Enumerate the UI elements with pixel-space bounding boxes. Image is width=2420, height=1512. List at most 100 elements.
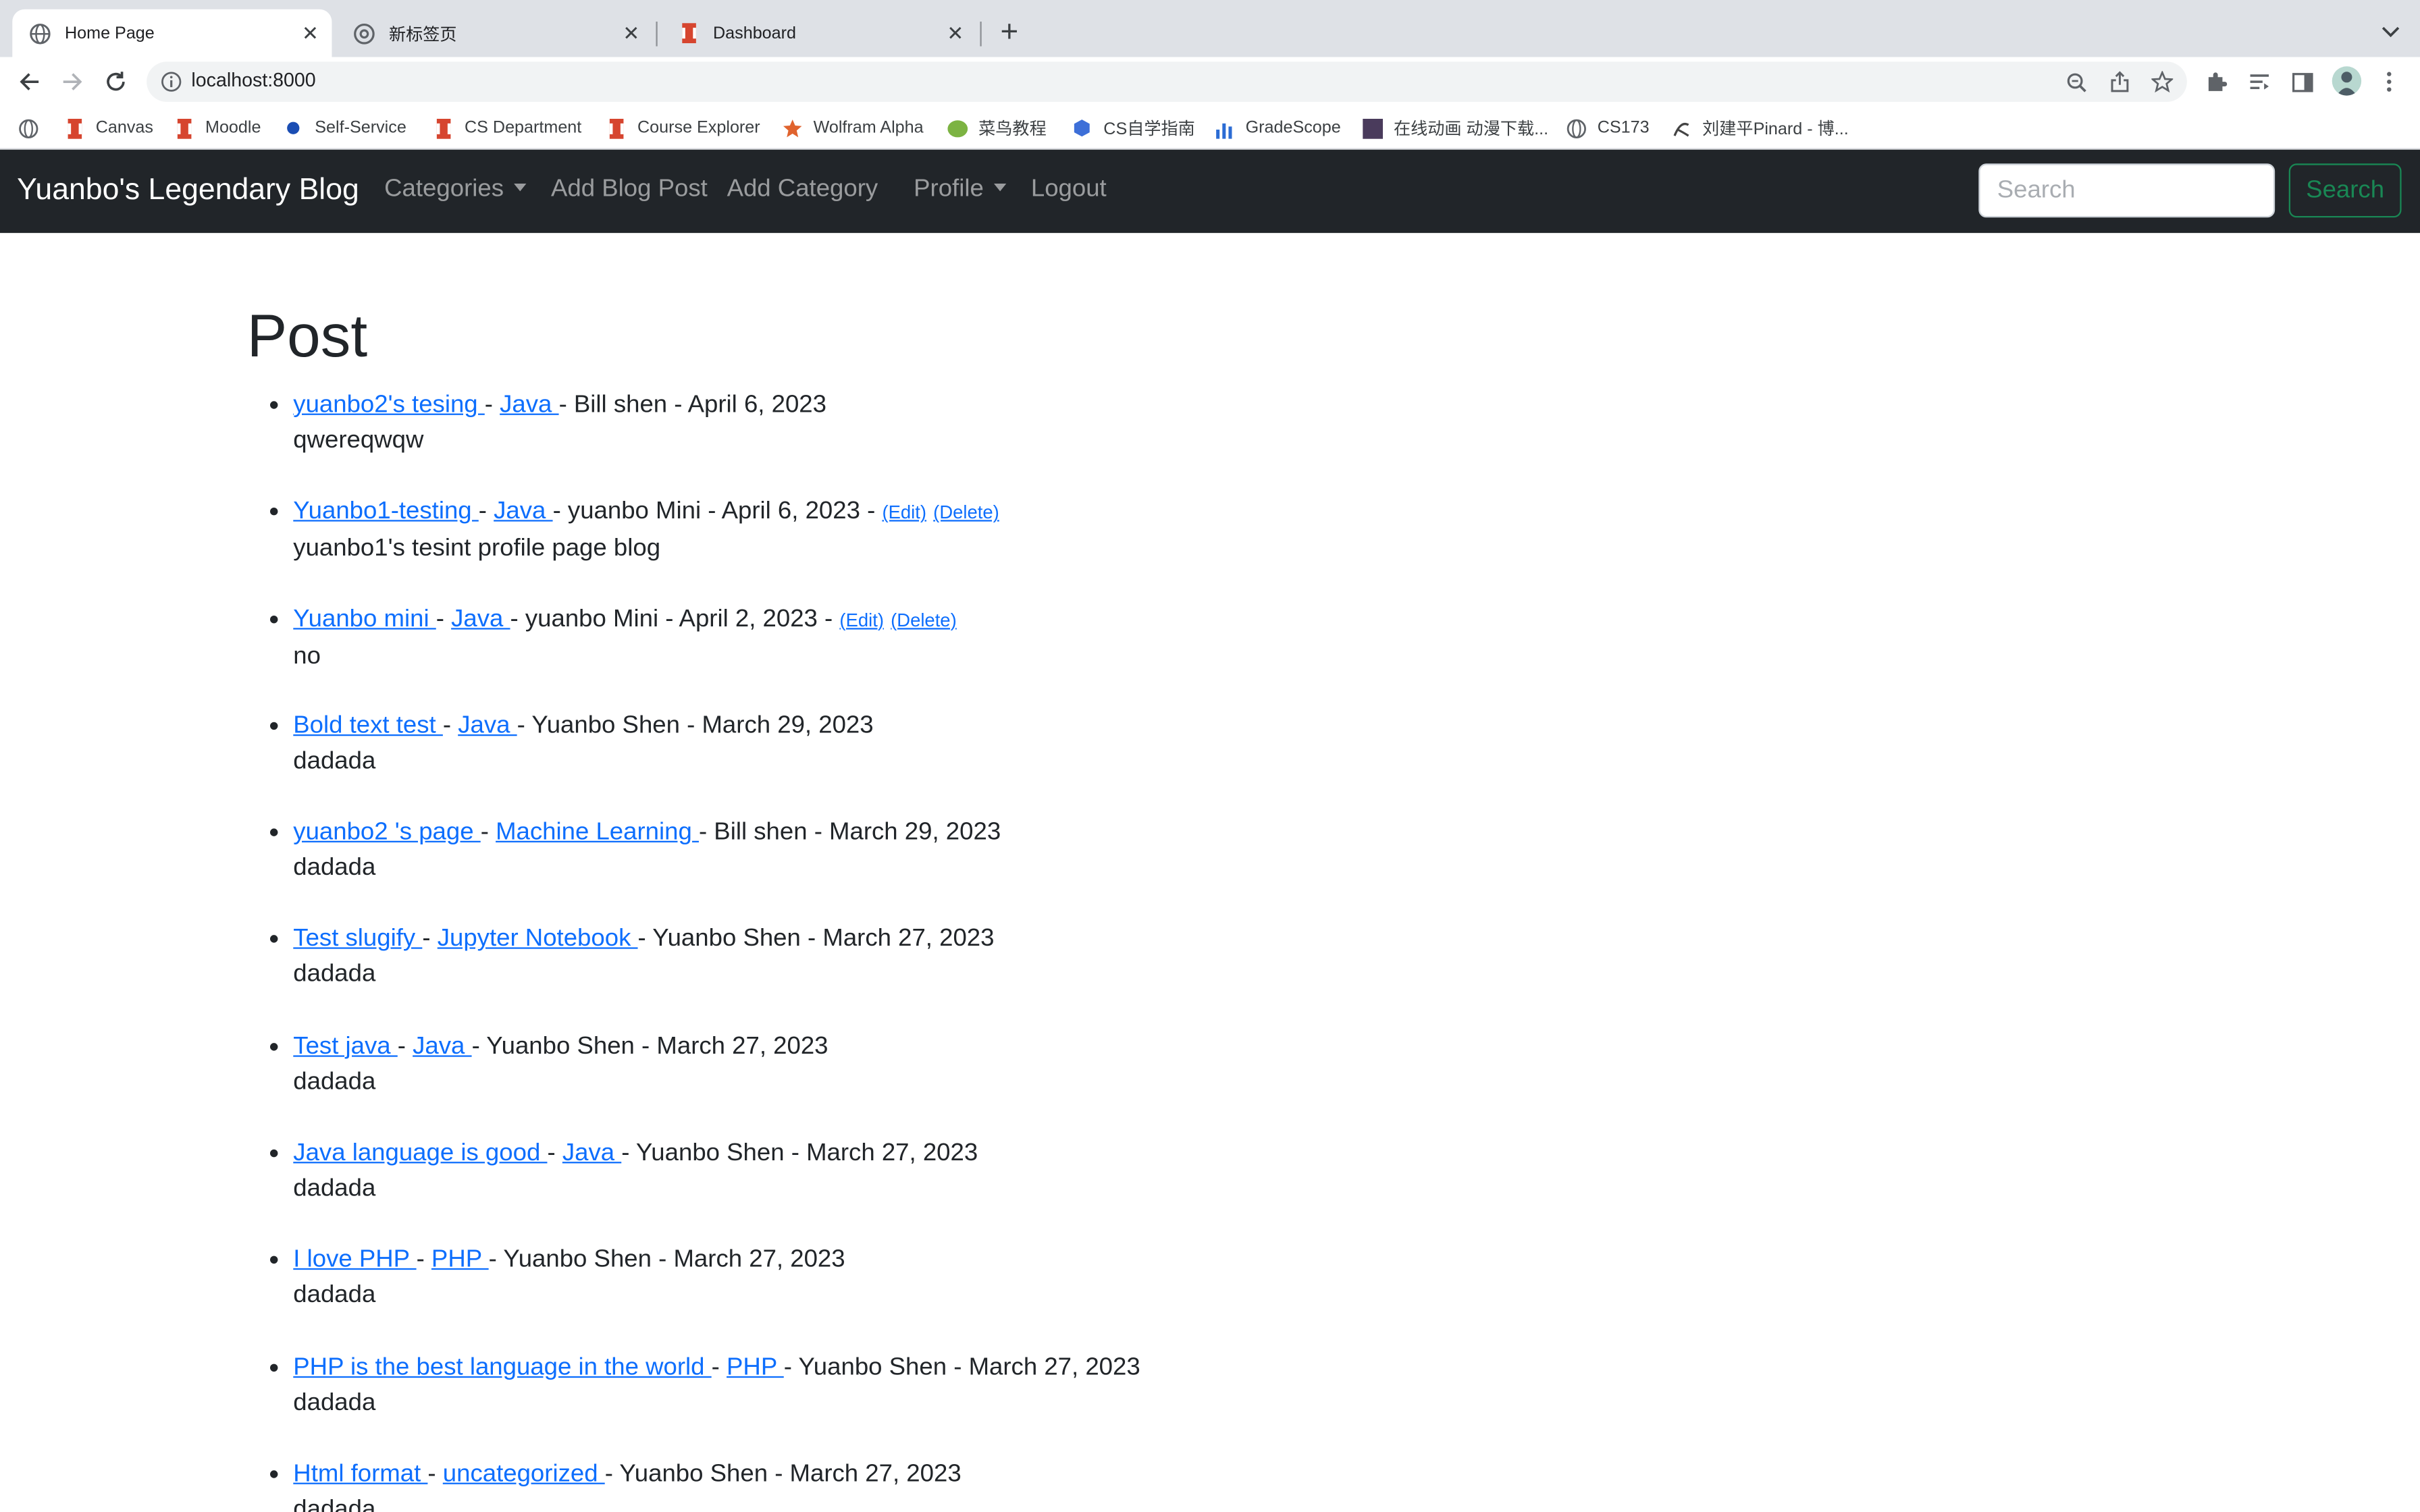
zoom-icon[interactable] xyxy=(2062,68,2090,96)
post-title-link[interactable]: Test slugify xyxy=(293,927,422,953)
bookmark-label: CS173 xyxy=(1597,119,1650,138)
post-category-link[interactable]: Java xyxy=(494,499,552,525)
nav-profile-dropdown[interactable]: Profile xyxy=(914,176,1007,204)
runoob-icon xyxy=(946,117,968,139)
illini-logo-icon xyxy=(432,117,454,139)
bookmark-label: Moodle xyxy=(205,119,261,138)
separator: - xyxy=(478,498,494,525)
close-tab-icon[interactable]: ✕ xyxy=(295,18,326,49)
illini-logo-icon xyxy=(676,21,701,46)
post-body: yuanbo1's tesint profile page blog xyxy=(293,535,661,562)
close-tab-icon[interactable]: ✕ xyxy=(616,18,647,49)
bookmark-course-explorer[interactable]: Course Explorer xyxy=(605,115,760,140)
reading-list-icon[interactable] xyxy=(2244,66,2275,97)
search-input[interactable] xyxy=(1978,163,2276,218)
bookmark-apps[interactable] xyxy=(17,115,49,140)
side-panel-icon[interactable] xyxy=(2287,66,2318,97)
bookmark-cs-department[interactable]: CS Department xyxy=(432,115,581,140)
chevron-down-icon[interactable] xyxy=(2377,18,2404,46)
bookmark-cs-guide[interactable]: CS自学指南 xyxy=(1071,115,1195,140)
post-title-link[interactable]: Test java xyxy=(293,1033,398,1060)
site-brand[interactable]: Yuanbo's Legendary Blog xyxy=(17,173,359,209)
post-title-link[interactable]: Yuanbo1-testing xyxy=(293,499,479,525)
bookmark-gradescope[interactable]: GradeScope xyxy=(1213,115,1341,140)
bookmark-moodle[interactable]: Moodle xyxy=(173,115,261,140)
share-icon[interactable] xyxy=(2105,68,2133,96)
browser-toolbar: localhost:8000 xyxy=(0,57,2420,107)
post-title-link[interactable]: yuanbo2's tesing xyxy=(293,392,485,418)
hexagon-icon xyxy=(1071,117,1093,139)
tab-new-tab[interactable]: 新标签页 ✕ xyxy=(336,9,653,57)
bookmark-runoob[interactable]: 菜鸟教程 xyxy=(946,115,1047,140)
separator: - xyxy=(547,1140,562,1167)
address-bar[interactable]: localhost:8000 xyxy=(147,61,2187,102)
nav-add-blog-post[interactable]: Add Blog Post xyxy=(551,176,708,204)
bookmark-label: CS Department xyxy=(465,119,582,138)
tab-strip: Home Page ✕ 新标签页 ✕ Dashboard ✕ + xyxy=(0,0,2420,57)
separator: - xyxy=(711,1354,727,1380)
bookmark-anime[interactable]: 在线动画 动漫下载... xyxy=(1361,115,1548,140)
list-item: Bold text test - Java - Yuanbo Shen - Ma… xyxy=(270,709,1140,816)
list-item: PHP is the best language in the world - … xyxy=(270,1351,1140,1458)
separator: - xyxy=(416,1247,431,1274)
post-category-link[interactable]: PHP xyxy=(727,1354,784,1380)
search-button[interactable]: Search xyxy=(2288,163,2402,218)
close-tab-icon[interactable]: ✕ xyxy=(940,18,971,49)
nav-categories-dropdown[interactable]: Categories xyxy=(384,176,527,204)
post-body: dadada xyxy=(293,748,376,775)
browser-window: { "browser": { "tabs": [ {"title": "Home… xyxy=(0,0,2420,1512)
extensions-puzzle-icon[interactable] xyxy=(2201,66,2232,97)
delete-link[interactable]: (Delete) xyxy=(891,609,957,630)
post-category-link[interactable]: Java xyxy=(562,1140,621,1166)
nav-logout[interactable]: Logout xyxy=(1031,176,1107,204)
profile-avatar[interactable] xyxy=(2332,66,2362,96)
post-title-link[interactable]: I love PHP xyxy=(293,1247,416,1274)
edit-link[interactable]: (Edit) xyxy=(839,609,884,630)
post-meta: - Yuanbo Shen - March 27, 2023 xyxy=(471,1033,828,1060)
post-title-link[interactable]: Java language is good xyxy=(293,1140,547,1166)
post-category-link[interactable]: Jupyter Notebook xyxy=(438,927,638,953)
edit-link[interactable]: (Edit) xyxy=(882,502,926,524)
post-title-link[interactable]: Yuanbo mini xyxy=(293,605,436,632)
delete-link[interactable]: (Delete) xyxy=(933,502,999,524)
bookmark-cs173[interactable]: CS173 xyxy=(1565,115,1650,140)
url-text[interactable]: localhost:8000 xyxy=(191,70,315,91)
list-item: Test slugify - Jupyter Notebook - Yuanbo… xyxy=(270,923,1140,1030)
kebab-menu-icon[interactable] xyxy=(2373,66,2404,97)
post-category-link[interactable]: Java xyxy=(413,1033,471,1060)
post-title-link[interactable]: yuanbo2 's page xyxy=(293,819,480,846)
bookmark-self-service[interactable]: Self-Service xyxy=(282,115,406,140)
post-category-link[interactable]: Java xyxy=(451,605,510,632)
post-meta: - Yuanbo Shen - March 27, 2023 xyxy=(621,1140,978,1167)
post-header: Html format - uncategorized - Yuanbo She… xyxy=(293,1458,1140,1490)
bookmark-canvas[interactable]: Canvas xyxy=(63,115,153,140)
back-arrow-icon[interactable] xyxy=(11,63,48,101)
forward-arrow-icon[interactable] xyxy=(54,63,91,101)
info-icon[interactable] xyxy=(161,71,182,92)
post-category-link[interactable]: PHP xyxy=(431,1247,489,1274)
post-category-link[interactable]: Machine Learning xyxy=(496,819,699,846)
bookmark-label: GradeScope xyxy=(1245,119,1341,138)
post-header: I love PHP - PHP - Yuanbo Shen - March 2… xyxy=(293,1244,1140,1276)
post-title-link[interactable]: Html format xyxy=(293,1461,427,1488)
bookmark-star-icon[interactable] xyxy=(2149,68,2176,96)
post-body: dadada xyxy=(293,1069,376,1096)
bookmark-pinard[interactable]: 刘建平Pinard - 博... xyxy=(1670,115,1849,140)
post-title-link[interactable]: Bold text test xyxy=(293,713,443,739)
new-tab-plus-icon[interactable]: + xyxy=(993,15,1026,49)
bookmark-wolfram-alpha[interactable]: Wolfram Alpha xyxy=(781,115,924,140)
nav-add-category[interactable]: Add Category xyxy=(727,176,878,204)
reload-icon[interactable] xyxy=(97,63,134,101)
pinard-icon xyxy=(1670,117,1691,139)
bullet-icon xyxy=(270,1470,278,1478)
list-item: I love PHP - PHP - Yuanbo Shen - March 2… xyxy=(270,1244,1140,1351)
bookmarks-bar: Canvas Moodle Self-Service CS Department… xyxy=(0,106,2420,150)
tab-dashboard[interactable]: Dashboard ✕ xyxy=(660,9,977,57)
list-item: yuanbo2 's page - Machine Learning - Bil… xyxy=(270,817,1140,923)
post-category-link[interactable]: Java xyxy=(500,392,558,418)
tab-home-page[interactable]: Home Page ✕ xyxy=(12,9,332,57)
post-category-link[interactable]: Java xyxy=(458,713,517,739)
post-category-link[interactable]: uncategorized xyxy=(443,1461,605,1488)
tab-separator xyxy=(980,22,982,47)
post-title-link[interactable]: PHP is the best language in the world xyxy=(293,1354,711,1380)
